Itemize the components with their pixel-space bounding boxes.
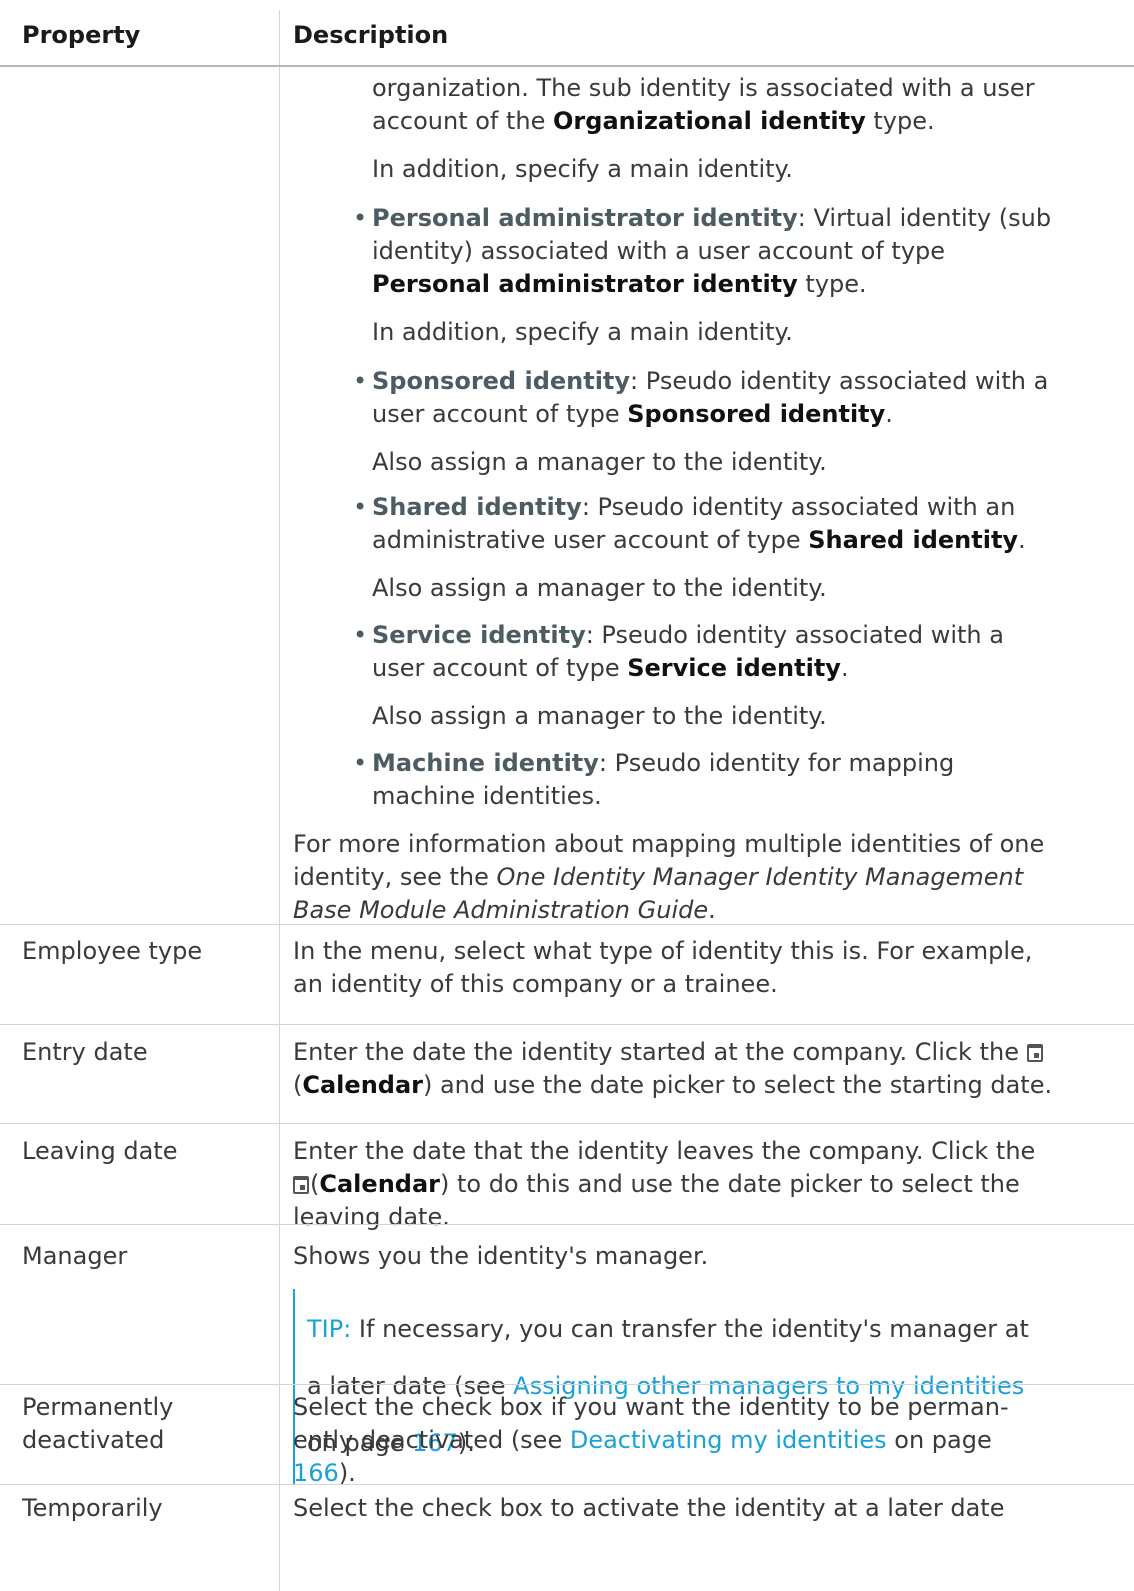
row-divider [0,1384,1134,1385]
bullet-shared-identity: • Shared identity: Pseudo identity assoc… [353,493,1026,554]
row-divider [0,1024,1134,1025]
note-assign-manager-3: Also assign a manager to the identity. [372,702,827,730]
more-information-text: For more information about mapping multi… [293,830,1045,924]
bullet-icon: • [353,621,368,649]
property-employee-type: Employee type [22,937,203,965]
calendar-icon [293,1176,309,1194]
tip-label: TIP: [307,1315,352,1343]
document-page: Property Description organization. The s… [0,0,1134,1591]
note-assign-manager-2: Also assign a manager to the identity. [372,574,827,602]
calendar-icon [1026,1044,1043,1062]
row-divider [0,1123,1134,1124]
row-divider [0,924,1134,925]
property-temporarily: Temporarily [22,1494,163,1522]
property-leaving-date: Leaving date [22,1137,178,1165]
description-employee-type: In the menu, select what type of identit… [293,937,1033,998]
description-entry-date: Enter the date the identity started at t… [293,1038,1053,1099]
note-main-identity: In addition, specify a main identity. [372,155,793,183]
property-permanently-deactivated: Permanently deactivated [22,1393,174,1454]
text-line: account of the Organizational identity t… [372,107,935,135]
description-manager: Shows you the identity's manager. [293,1242,709,1270]
description-temporarily: Select the check box to activate the ide… [293,1494,1005,1522]
bullet-sponsored-identity: • Sponsored identity: Pseudo identity as… [353,367,1049,428]
bullet-icon: • [353,493,368,521]
column-divider [279,10,280,1591]
row-divider [0,1224,1134,1225]
header-divider [0,65,1134,67]
bullet-icon: • [353,367,368,395]
header-property: Property [22,21,141,49]
bullet-icon: • [353,749,368,777]
bullet-machine-identity: • Machine identity: Pseudo identity for … [353,749,955,810]
bullet-icon: • [353,204,368,232]
link-page-166[interactable]: 166 [293,1459,339,1487]
note-main-identity-2: In addition, specify a main identity. [372,318,793,346]
property-entry-date: Entry date [22,1038,148,1066]
note-assign-manager: Also assign a manager to the identity. [372,448,827,476]
row-divider [0,1484,1134,1485]
row-usertype-continuation: organization. The sub identity is associ… [372,72,1122,138]
property-manager: Manager [22,1242,128,1270]
header-description: Description [293,21,449,49]
bullet-personal-admin-identity: • Personal administrator identity: Virtu… [353,204,1052,298]
link-deactivating-my-identities[interactable]: Deactivating my identities [570,1426,887,1454]
bullet-service-identity: • Service identity: Pseudo identity asso… [353,621,1004,682]
description-permanently-deactivated: Select the check box if you want the ide… [293,1393,1009,1487]
text-line: organization. The sub identity is associ… [372,74,1035,102]
description-leaving-date: Enter the date that the identity leaves … [293,1137,1036,1231]
